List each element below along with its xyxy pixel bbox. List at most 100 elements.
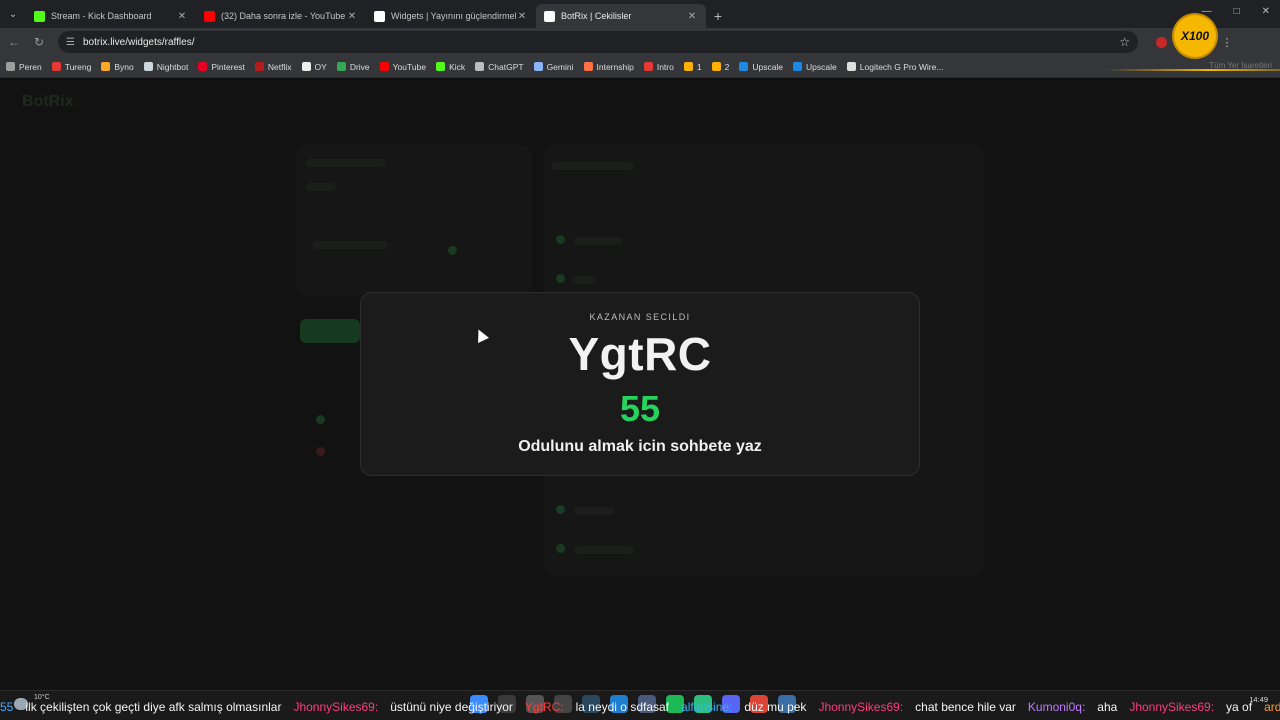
- menu-kebab-icon[interactable]: ⋮: [1222, 36, 1233, 49]
- bookmark-item[interactable]: 2: [711, 61, 730, 72]
- raffle-settings-panel: [296, 145, 532, 295]
- browser-tab[interactable]: Stream - Kick Dashboard ✕: [26, 4, 196, 28]
- winner-username: YgtRC: [568, 328, 712, 380]
- botrix-icon: [544, 10, 555, 22]
- bookmark-favicon-icon: [379, 62, 389, 71]
- close-tab-icon[interactable]: ✕: [346, 11, 358, 22]
- bookmark-item[interactable]: Byno: [101, 61, 134, 72]
- x100-badge-logo: X100: [1174, 15, 1216, 57]
- close-tab-icon[interactable]: ✕: [516, 11, 528, 22]
- omnibox[interactable]: ☰ botrix.live/widgets/raffles/ ☆: [58, 31, 1138, 53]
- bookmark-favicon-icon: [436, 62, 446, 71]
- participants-title-placeholder: [552, 162, 634, 170]
- bookmark-item[interactable]: OY: [301, 62, 327, 72]
- site-info-icon[interactable]: ☰: [66, 37, 75, 48]
- kick-icon: [34, 10, 45, 22]
- url-text[interactable]: botrix.live/widgets/raffles/: [83, 37, 1119, 48]
- bookmark-label: Intro: [656, 61, 674, 72]
- bookmark-label: Pinterest: [211, 61, 245, 72]
- bookmark-favicon-icon: [711, 62, 721, 71]
- bookmark-favicon-icon: [683, 62, 693, 71]
- chat-message: chat bence hile var: [915, 700, 1016, 714]
- bookmark-favicon-icon: [6, 62, 15, 71]
- bookmark-item[interactable]: 1: [683, 62, 702, 72]
- bookmark-item[interactable]: Upscale: [793, 62, 837, 72]
- bookmark-favicon-icon: [198, 62, 208, 71]
- bookmark-label: Logitech G Pro Wire...: [859, 61, 944, 72]
- participant-name-placeholder: [574, 237, 622, 245]
- bookmark-label: Byno: [114, 61, 134, 72]
- bookmark-item[interactable]: Intro: [643, 61, 674, 72]
- bookmark-favicon-icon: [254, 62, 264, 71]
- botrix-raffles-page: BotRix KAZANAN SECILDI YgtRC 55 Odulunu …: [0, 79, 1280, 690]
- bookmark-item[interactable]: Peren: [6, 62, 42, 72]
- maximize-button[interactable]: □: [1234, 6, 1240, 17]
- bookmark-item[interactable]: Tureng: [51, 61, 92, 72]
- bookmark-item[interactable]: Nightbot: [143, 62, 188, 72]
- chat-username: JhonnySikes69:: [1129, 700, 1215, 714]
- status-dot: [448, 246, 457, 255]
- chat-message: ya of: [1226, 700, 1253, 714]
- winner-announcement-card: KAZANAN SECILDI YgtRC 55 Odulunu almak i…: [360, 292, 920, 476]
- bookmark-favicon-icon: [643, 62, 653, 71]
- close-window-button[interactable]: ✕: [1262, 6, 1270, 17]
- extension-icon[interactable]: [1156, 36, 1167, 48]
- bookmark-item[interactable]: Netflix: [254, 61, 292, 72]
- participant-dot: [556, 505, 565, 514]
- browser-tab[interactable]: BotRix | Cekilisler ✕: [536, 4, 706, 28]
- bookmark-item[interactable]: ChatGPT: [475, 62, 524, 72]
- bookmark-item[interactable]: Kick: [436, 62, 465, 72]
- bookmark-item[interactable]: Logitech G Pro Wire...: [846, 61, 944, 72]
- chat-username: alfansine:: [681, 700, 733, 714]
- gold-accent-line: [1105, 69, 1280, 71]
- participant-dot: [556, 274, 565, 283]
- bookmark-label: 2: [724, 61, 730, 72]
- close-tab-icon[interactable]: ✕: [176, 11, 188, 22]
- botrix-logo: BotRix: [22, 93, 74, 110]
- bookmark-item[interactable]: Gemini: [533, 61, 574, 72]
- bookmark-favicon-icon: [101, 62, 111, 71]
- bookmark-label: Gemini: [546, 61, 574, 72]
- participant-dot: [556, 235, 565, 244]
- bookmark-item[interactable]: Pinterest: [198, 62, 245, 72]
- bookmark-label: Peren: [19, 61, 42, 72]
- status-dot: [316, 415, 325, 424]
- browser-tab-strip: ⌄ Stream - Kick Dashboard ✕ (32) Daha sonr…: [0, 0, 1280, 28]
- chat-ticker: 55 ilk çekilişten çok geçti diye afk salm…: [0, 700, 1280, 714]
- bookmark-item[interactable]: Upscale: [739, 62, 783, 72]
- bookmark-label: Netflix: [267, 61, 292, 72]
- chat-username: JhonnySikes69:: [293, 700, 379, 714]
- tab-title: BotRix | Cekilisler: [561, 11, 632, 21]
- bookmark-item[interactable]: Internship: [583, 62, 634, 72]
- panel-title-placeholder: [306, 159, 386, 167]
- taskbar-clock: 14:49: [1249, 695, 1268, 704]
- browser-tab[interactable]: Widgets | Yayınını güçlendirmek ✕: [366, 4, 536, 28]
- chat-username: 55: [0, 700, 14, 714]
- browser-tab[interactable]: (32) Daha sonra izle - YouTube ✕: [196, 4, 366, 28]
- reload-icon[interactable]: ↻: [28, 31, 50, 53]
- winner-instruction: Odulunu almak icin sohbete yaz: [518, 438, 762, 455]
- back-arrow-icon[interactable]: ←: [3, 31, 25, 53]
- bookmark-label: Upscale: [806, 61, 837, 72]
- tab-title: (32) Daha sonra izle - YouTube: [221, 11, 346, 21]
- participant-name-placeholder: [574, 276, 594, 284]
- panel-field-placeholder: [306, 183, 336, 191]
- chat-username: Kumoni0q:: [1027, 700, 1086, 714]
- bookmark-star-icon[interactable]: ☆: [1119, 35, 1130, 49]
- winner-score: 55: [619, 388, 661, 429]
- tab-search-chevron-icon[interactable]: ⌄: [0, 0, 26, 28]
- bookmark-favicon-icon: [739, 62, 749, 71]
- start-raffle-button[interactable]: [300, 319, 360, 343]
- minimize-button[interactable]: —: [1202, 6, 1212, 17]
- bookmark-item[interactable]: Drive: [336, 62, 370, 72]
- chat-message: üstünü niye değiştiriyor: [390, 700, 513, 714]
- close-tab-icon[interactable]: ✕: [686, 11, 698, 22]
- bookmark-label: Tureng: [64, 61, 92, 72]
- youtube-icon: [204, 10, 215, 22]
- chat-username: YgtRC:: [524, 700, 564, 714]
- status-dot: [316, 447, 325, 456]
- new-tab-button[interactable]: +: [706, 4, 730, 28]
- address-bar: ← ↻ ☰ botrix.live/widgets/raffles/ ☆ ↓ ⋮: [0, 28, 1280, 56]
- tab-title: Widgets | Yayınını güçlendirmek: [391, 11, 516, 21]
- bookmark-item[interactable]: YouTube: [379, 62, 426, 72]
